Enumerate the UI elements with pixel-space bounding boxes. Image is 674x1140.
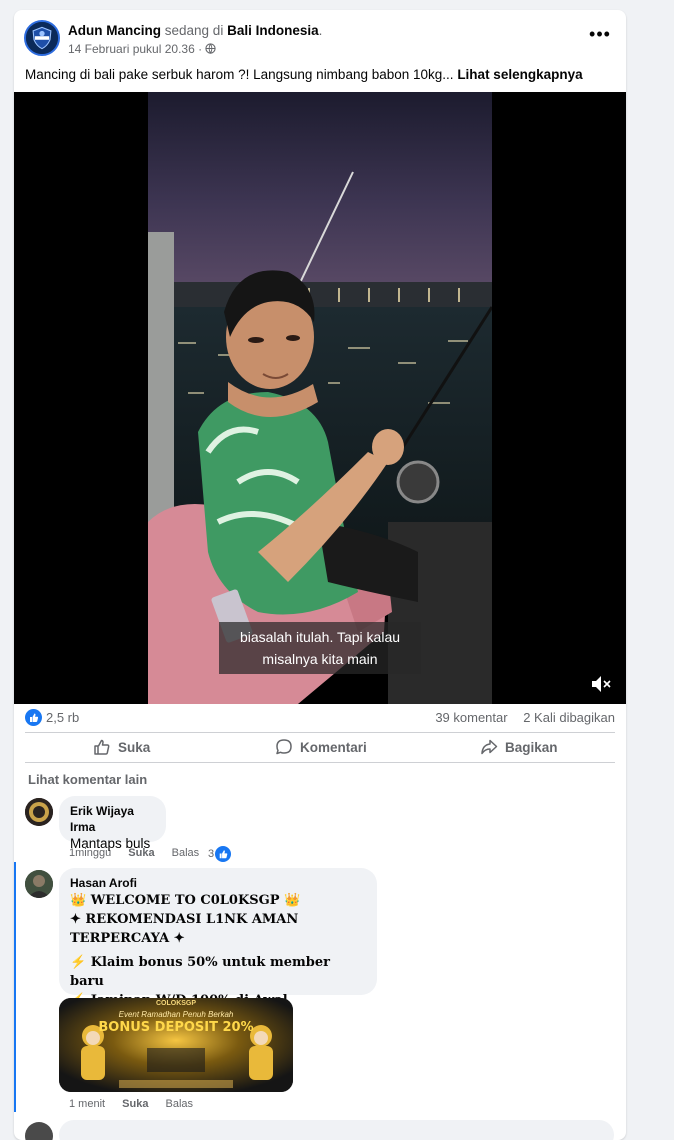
comment-like-button[interactable]: Suka [122, 1098, 148, 1110]
promo-subtitle: Event Ramadhan Penuh Berkah [118, 1010, 234, 1019]
comment-time[interactable]: 1 menit [69, 1098, 105, 1110]
commenter-avatar[interactable] [25, 870, 53, 898]
actions-divider [25, 762, 615, 763]
comment-count[interactable]: 39 komentar [435, 710, 507, 725]
commenter-avatar[interactable] [25, 798, 53, 826]
promo-brand: COLOKSGP [155, 1000, 197, 1007]
share-button-label: Bagikan [505, 739, 558, 755]
comment-meta: 1minggu Suka Balas [69, 847, 213, 859]
subtitle-line-2: misalnya kita main [262, 651, 378, 667]
location-link[interactable]: Bali Indonesia [227, 23, 319, 38]
page-avatar[interactable] [24, 20, 60, 56]
action-bar: Suka Komentari Bagikan [25, 735, 615, 759]
stats-divider [25, 732, 615, 733]
view-more-comments-link[interactable]: Lihat komentar lain [28, 772, 147, 787]
like-reaction-icon[interactable] [25, 709, 42, 726]
shield-logo-icon [26, 22, 58, 54]
video-player[interactable]: biasalah itulah. Tapi kalau misalnya kit… [14, 92, 626, 704]
comment-like-button[interactable]: Suka [128, 847, 154, 859]
commenter-name[interactable]: Hasan Arofi [70, 875, 366, 891]
comment-reply-button[interactable]: Balas [166, 1098, 194, 1110]
comment-image[interactable]: COLOKSGP Event Ramadhan Penuh Berkah BON… [59, 998, 293, 1092]
more-options-icon[interactable]: ••• [588, 25, 612, 48]
see-more-link[interactable]: Lihat selengkapnya [457, 67, 582, 82]
post-stats: 2,5 rb 39 komentar 2 Kali dibagikan [25, 708, 615, 730]
commenter-avatar[interactable] [25, 1122, 53, 1140]
like-button-label: Suka [118, 739, 151, 755]
comment-time[interactable]: 1minggu [69, 847, 111, 859]
location-dot: . [318, 23, 323, 38]
post-header: Adun Mancing sedang di Bali Indonesia. 1… [24, 20, 616, 60]
comment-reply-button[interactable]: Balas [172, 847, 200, 859]
subtitle-line-1: biasalah itulah. Tapi kalau [239, 629, 401, 645]
comment-reactions[interactable]: 3 [208, 846, 232, 862]
mute-icon[interactable] [590, 674, 612, 694]
like-reaction-icon [215, 846, 232, 862]
like-button[interactable]: Suka [93, 735, 150, 759]
post-timestamp[interactable]: 14 Februari pukul 20.36 [68, 42, 195, 56]
share-icon [481, 739, 498, 755]
video-subtitle: biasalah itulah. Tapi kalau misalnya kit… [219, 622, 421, 674]
post-card: Adun Mancing sedang di Bali Indonesia. 1… [14, 10, 626, 1140]
comment-button[interactable]: Komentari [275, 735, 367, 759]
comment-icon [276, 739, 292, 755]
author-name[interactable]: Adun Mancing [68, 23, 161, 38]
comment-button-label: Komentari [300, 739, 367, 755]
comment-bubble: Hasan Arofi 👑 WELCOME TO C0L0KSGP 👑 ✦ RE… [59, 868, 377, 1046]
share-button[interactable]: Bagikan [480, 735, 558, 759]
comment-line: ⚡ Klaim bonus 50% untuk member baru [70, 955, 330, 989]
reaction-count: 3 [208, 848, 215, 860]
like-count[interactable]: 2,5 rb [46, 710, 79, 725]
thumbs-up-icon [94, 739, 110, 755]
post-caption: Mancing di bali pake serbuk harom ?! Lan… [25, 66, 615, 84]
promo-title: BONUS DEPOSIT 20% [98, 1020, 254, 1035]
share-count[interactable]: 2 Kali dibagikan [523, 710, 615, 725]
commenter-name[interactable]: Erik Wijaya Irma [70, 803, 155, 835]
comment-line: 👑 WELCOME TO C0L0KSGP 👑 [70, 893, 301, 908]
new-comment-indicator [14, 862, 16, 1112]
status-prefix: sedang di [164, 23, 224, 38]
video-frame [148, 92, 492, 704]
meta-separator: · [198, 42, 203, 56]
comment-bubble [59, 1120, 614, 1140]
comment-bubble: Erik Wijaya Irma Mantaps buls [59, 796, 166, 851]
globe-icon [205, 43, 217, 54]
comment-meta: 1 menit Suka Balas [69, 1098, 207, 1110]
comment-line: ✦ REKOMENDASI L1NK AMAN TERPERCAYA ✦ [70, 912, 299, 946]
caption-text: Mancing di bali pake serbuk harom ?! Lan… [25, 67, 454, 82]
